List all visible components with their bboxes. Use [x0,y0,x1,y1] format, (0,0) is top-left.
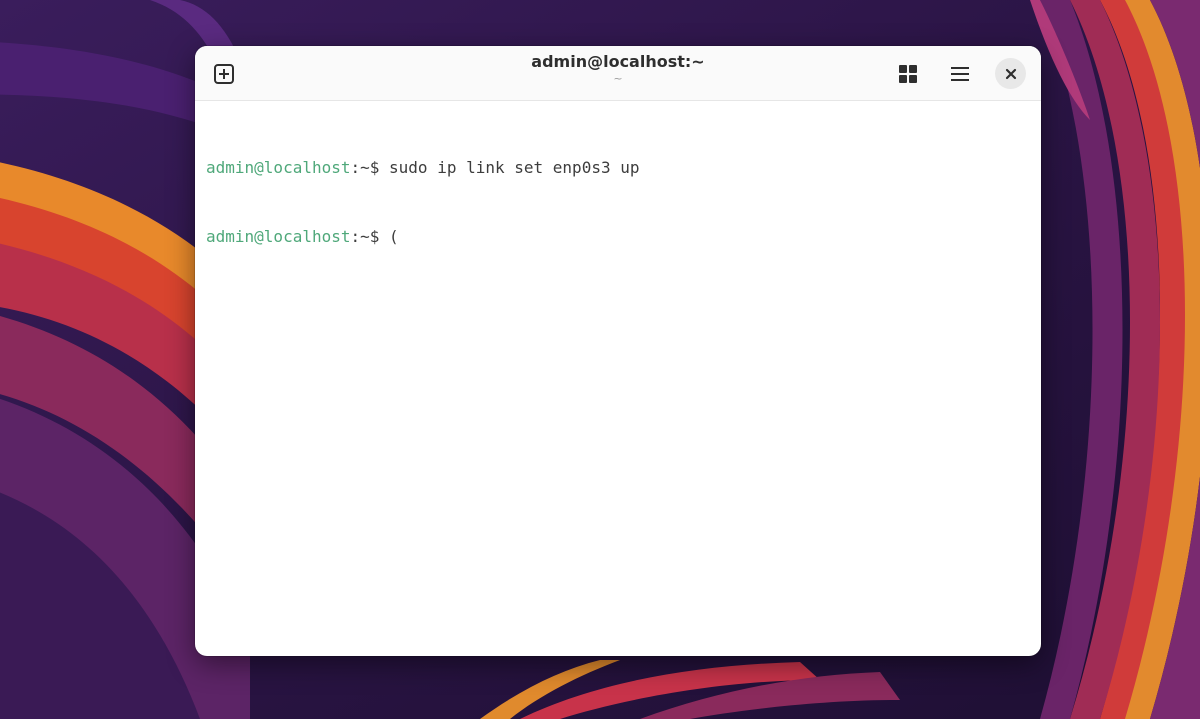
new-tab-button[interactable] [208,58,240,90]
window-titles: admin@localhost:~ ~ [395,52,841,86]
command-text: ( [389,227,399,246]
close-icon [1005,68,1016,79]
desktop: admin@localhost:~ ~ admin@localhost:~$ s… [0,0,1200,719]
prompt-path: :~$ [350,158,390,177]
grid-icon [899,65,917,83]
prompt-path: :~$ [350,227,390,246]
command-text: sudo ip link set enp0s3 up [389,158,640,177]
window-title: admin@localhost:~ [531,52,705,71]
prompt-user-host: admin@localhost [206,227,351,246]
window-subtitle: ~ [613,72,623,85]
terminal-output[interactable]: admin@localhost:~$ sudo ip link set enp0… [206,110,1026,294]
tabs-overview-button[interactable] [892,58,924,90]
terminal-line: admin@localhost:~$ ( [206,225,1026,248]
terminal-window: admin@localhost:~ ~ admin@localhost:~$ s… [195,46,1041,656]
new-tab-icon [214,64,234,84]
headerbar: admin@localhost:~ ~ [195,46,1041,101]
main-menu-button[interactable] [944,58,976,90]
hamburger-menu-icon [951,67,969,81]
terminal-line: admin@localhost:~$ sudo ip link set enp0… [206,156,1026,179]
prompt-user-host: admin@localhost [206,158,351,177]
close-button[interactable] [995,58,1026,89]
